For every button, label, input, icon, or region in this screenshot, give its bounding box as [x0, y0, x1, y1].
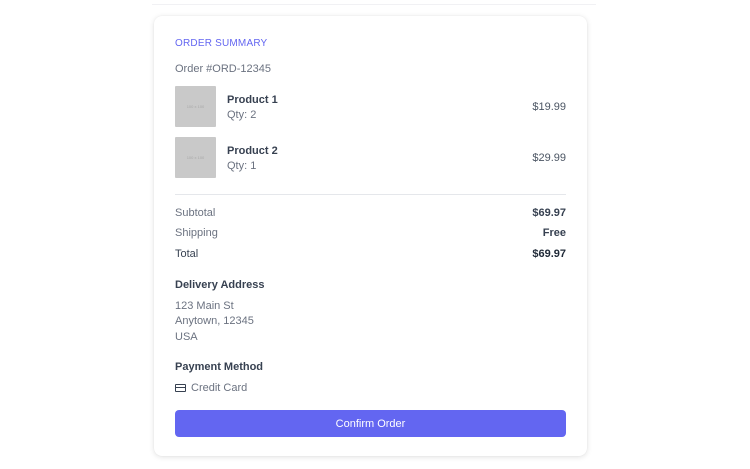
order-summary-card: ORDER SUMMARY Order #ORD-12345 100 x 100… [154, 16, 587, 456]
payment-method-label: Credit Card [191, 382, 248, 394]
total-label: Total [175, 248, 199, 260]
product-price: $19.99 [532, 101, 566, 113]
credit-card-icon [175, 384, 186, 392]
delivery-address-title: Delivery Address [175, 279, 265, 291]
product-quantity: Qty: 1 [227, 160, 257, 172]
product-price: $29.99 [532, 152, 566, 164]
product-quantity: Qty: 2 [227, 109, 257, 121]
list-item: 100 x 100 Product 1 Qty: 2 $19.99 [175, 86, 566, 128]
payment-method-title: Payment Method [175, 361, 264, 373]
address-line: Anytown, 12345 [175, 315, 254, 327]
total-value: $69.97 [532, 248, 566, 260]
payment-method: Credit Card [175, 381, 247, 395]
address-line: USA [175, 331, 198, 343]
shipping-label: Shipping [175, 227, 218, 239]
address-line: 123 Main St [175, 300, 234, 312]
top-divider [152, 4, 596, 5]
subtotal-label: Subtotal [175, 207, 216, 219]
order-id: Order #ORD-12345 [175, 63, 271, 75]
thumbnail-placeholder-text: 100 x 100 [186, 104, 205, 109]
confirm-order-button[interactable]: Confirm Order [175, 410, 566, 437]
subtotal-value: $69.97 [532, 207, 566, 219]
product-name: Product 1 [227, 94, 278, 106]
total-row: Total $69.97 [175, 248, 566, 262]
shipping-row: Shipping Free [175, 227, 566, 241]
order-summary-heading: ORDER SUMMARY [175, 38, 268, 49]
list-item: 100 x 100 Product 2 Qty: 1 $29.99 [175, 137, 566, 179]
product-thumbnail: 100 x 100 [175, 137, 216, 178]
subtotal-row: Subtotal $69.97 [175, 207, 566, 221]
product-name: Product 2 [227, 145, 278, 157]
items-divider [175, 194, 566, 195]
shipping-value: Free [542, 227, 566, 239]
product-thumbnail: 100 x 100 [175, 86, 216, 127]
thumbnail-placeholder-text: 100 x 100 [186, 155, 205, 160]
